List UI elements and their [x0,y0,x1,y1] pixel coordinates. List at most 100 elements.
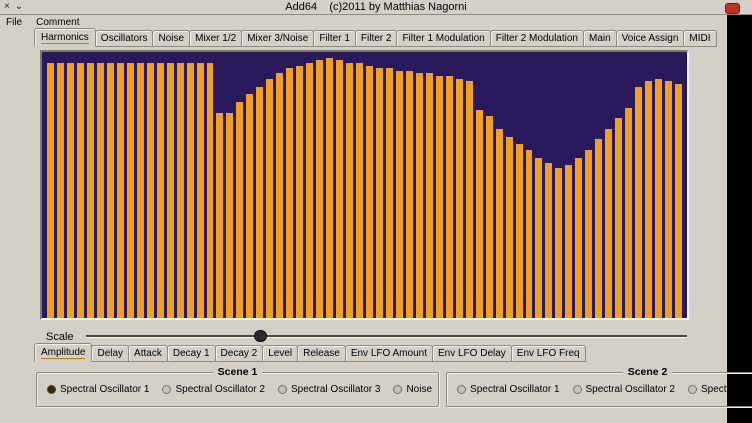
harmonic-bar-11[interactable] [147,63,154,318]
harmonic-bar-41[interactable] [446,76,453,318]
harmonic-bar-63[interactable] [665,81,672,318]
window-titlebar[interactable]: × ⌄ Add64 (c)2011 by Matthias Nagorni [0,0,752,15]
harmonic-bar-50[interactable] [535,158,542,318]
harmonic-bar-12[interactable] [157,63,164,318]
harmonic-bar-22[interactable] [256,87,263,318]
harmonic-bar-21[interactable] [246,94,253,318]
harmonic-bar-39[interactable] [426,73,433,318]
tab-attack[interactable]: Attack [128,345,168,362]
harmonic-bar-61[interactable] [645,81,652,318]
harmonic-bar-58[interactable] [615,118,622,318]
harmonic-bar-53[interactable] [565,165,572,318]
radio-scene-2-spectral-oscillator-2[interactable]: Spectral Oscillator 2 [573,384,675,395]
harmonic-bar-25[interactable] [286,68,293,318]
harmonic-bar-38[interactable] [416,73,423,318]
menu-comment[interactable]: Comment [36,17,79,28]
harmonic-bar-54[interactable] [575,158,582,318]
harmonic-bar-9[interactable] [127,63,134,318]
harmonic-bar-36[interactable] [396,71,403,318]
harmonic-bar-40[interactable] [436,76,443,318]
harmonic-bar-10[interactable] [137,63,144,318]
tab-oscillators[interactable]: Oscillators [95,30,154,47]
harmonic-bar-49[interactable] [526,150,533,318]
tab-amplitude[interactable]: Amplitude [34,343,92,362]
harmonic-bar-23[interactable] [266,79,273,318]
radio-scene-1-noise[interactable]: Noise [393,384,432,395]
tab-filter-2[interactable]: Filter 2 [355,30,398,47]
harmonic-bar-57[interactable] [605,129,612,318]
radio-scene-1-spectral-oscillator-2[interactable]: Spectral Oscillator 2 [162,384,264,395]
harmonic-bar-19[interactable] [226,113,233,318]
harmonic-bar-4[interactable] [77,63,84,318]
harmonic-bar-3[interactable] [67,63,74,318]
harmonic-bar-45[interactable] [486,116,493,319]
harmonic-bar-51[interactable] [545,163,552,318]
harmonic-bar-60[interactable] [635,87,642,318]
harmonic-bar-35[interactable] [386,68,393,318]
tab-mixer-1-2[interactable]: Mixer 1/2 [189,30,242,47]
harmonic-bar-1[interactable] [47,63,54,318]
scale-slider-track[interactable] [86,335,687,338]
harmonic-bar-47[interactable] [506,137,513,318]
tab-voice-assign[interactable]: Voice Assign [616,30,685,47]
tab-env-lfo-freq[interactable]: Env LFO Freq [511,345,586,362]
harmonic-bar-26[interactable] [296,66,303,318]
harmonic-bar-15[interactable] [187,63,194,318]
radio-scene-2-spectral-oscillator-3[interactable]: Spectral Oscillator 3 [688,384,752,395]
harmonic-bar-48[interactable] [516,144,523,318]
tab-filter-2-modulation[interactable]: Filter 2 Modulation [490,30,584,47]
harmonic-bar-46[interactable] [496,129,503,318]
harmonic-bar-20[interactable] [236,102,243,318]
tab-midi[interactable]: MIDI [683,30,716,47]
harmonic-bar-32[interactable] [356,63,363,318]
tab-harmonics[interactable]: Harmonics [34,28,96,47]
tab-filter-1[interactable]: Filter 1 [313,30,356,47]
harmonic-bar-6[interactable] [97,63,104,318]
scale-slider[interactable] [86,329,687,344]
tab-decay-1[interactable]: Decay 1 [167,345,216,362]
harmonic-bar-33[interactable] [366,66,373,318]
harmonic-bar-18[interactable] [216,113,223,318]
harmonic-bar-34[interactable] [376,68,383,318]
menu-file[interactable]: File [6,17,22,28]
tab-filter-1-modulation[interactable]: Filter 1 Modulation [396,30,490,47]
harmonic-bar-29[interactable] [326,58,333,318]
tab-delay[interactable]: Delay [91,345,129,362]
harmonic-bar-52[interactable] [555,168,562,318]
tab-mixer-3-noise[interactable]: Mixer 3/Noise [241,30,314,47]
scale-slider-handle[interactable] [254,330,267,342]
harmonic-bar-64[interactable] [675,84,682,318]
harmonic-bar-16[interactable] [197,63,204,318]
harmonic-bar-14[interactable] [177,63,184,318]
harmonics-display[interactable] [40,50,689,320]
tab-level[interactable]: Level [262,345,298,362]
harmonic-bar-43[interactable] [466,81,473,318]
harmonic-bar-2[interactable] [57,63,64,318]
harmonic-bar-30[interactable] [336,60,343,318]
tab-main[interactable]: Main [583,30,617,47]
harmonic-bar-7[interactable] [107,63,114,318]
harmonic-bar-44[interactable] [476,110,483,318]
harmonic-bar-55[interactable] [585,150,592,318]
harmonic-bar-31[interactable] [346,63,353,318]
harmonic-bar-17[interactable] [207,63,214,318]
harmonic-bar-62[interactable] [655,79,662,318]
radio-scene-1-spectral-oscillator-3[interactable]: Spectral Oscillator 3 [278,384,380,395]
harmonic-bar-37[interactable] [406,71,413,318]
harmonic-bar-27[interactable] [306,63,313,318]
harmonic-bar-42[interactable] [456,79,463,318]
tab-noise[interactable]: Noise [152,30,190,47]
harmonic-bar-8[interactable] [117,63,124,318]
harmonic-bar-56[interactable] [595,139,602,318]
window-close-button[interactable] [725,3,740,14]
tab-release[interactable]: Release [297,345,346,362]
radio-scene-2-spectral-oscillator-1[interactable]: Spectral Oscillator 1 [457,384,559,395]
harmonic-bar-13[interactable] [167,63,174,318]
tab-env-lfo-delay[interactable]: Env LFO Delay [432,345,512,362]
tab-decay-2[interactable]: Decay 2 [215,345,264,362]
harmonic-bar-28[interactable] [316,60,323,318]
radio-scene-1-spectral-oscillator-1[interactable]: Spectral Oscillator 1 [47,384,149,395]
harmonic-bar-24[interactable] [276,73,283,318]
harmonic-bar-5[interactable] [87,63,94,318]
harmonic-bar-59[interactable] [625,108,632,318]
